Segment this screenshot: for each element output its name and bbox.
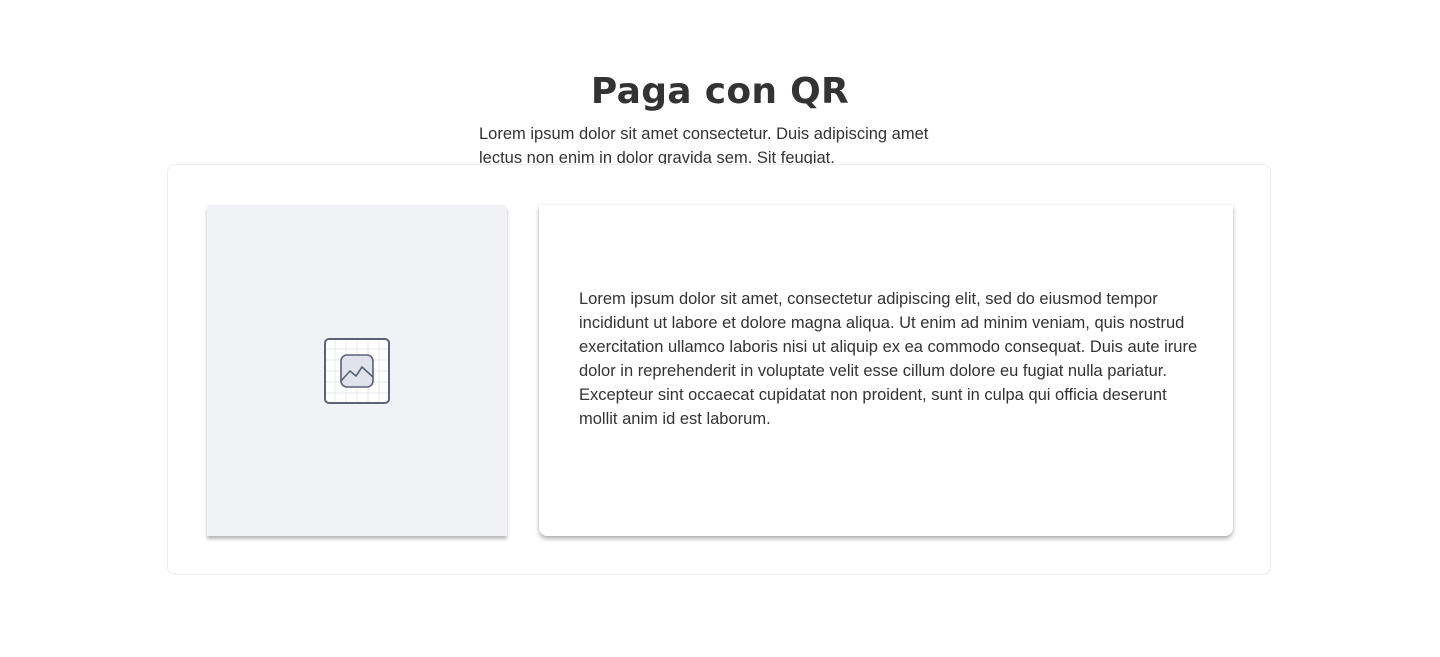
- text-card: Lorem ipsum dolor sit amet, consectetur …: [539, 205, 1233, 536]
- image-icon: [324, 338, 390, 404]
- body-text: Lorem ipsum dolor sit amet, consectetur …: [579, 290, 1198, 428]
- page: Paga con QR Lorem ipsum dolor sit amet c…: [0, 0, 1440, 657]
- page-subtitle: Lorem ipsum dolor sit amet consectetur. …: [479, 125, 929, 167]
- image-placeholder: [207, 205, 507, 536]
- page-title: Paga con QR: [590, 71, 850, 112]
